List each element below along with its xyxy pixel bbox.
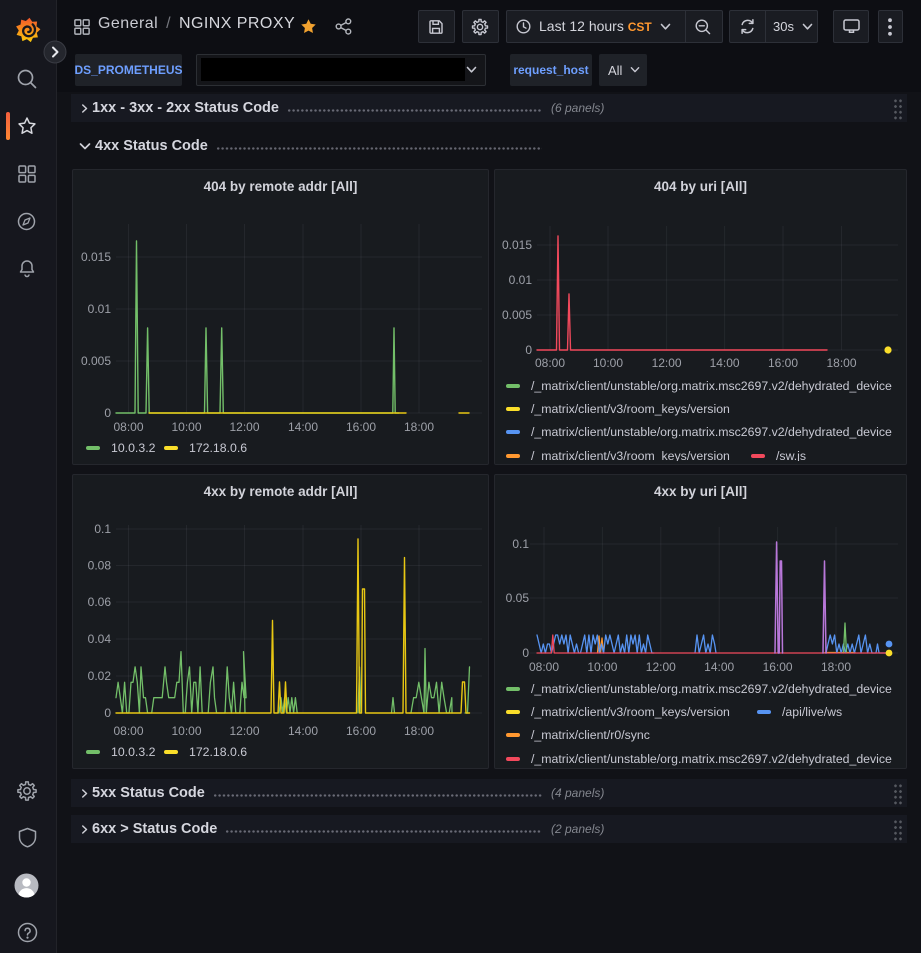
svg-text:0: 0 bbox=[525, 343, 532, 357]
svg-text:08:00: 08:00 bbox=[113, 724, 143, 738]
svg-text:12:00: 12:00 bbox=[229, 724, 259, 738]
svg-text:16:00: 16:00 bbox=[763, 660, 793, 674]
svg-text:16:00: 16:00 bbox=[768, 356, 798, 370]
svg-text:0.01: 0.01 bbox=[509, 273, 533, 287]
svg-text:16:00: 16:00 bbox=[346, 420, 376, 434]
svg-text:08:00: 08:00 bbox=[113, 420, 143, 434]
svg-text:14:00: 14:00 bbox=[710, 356, 740, 370]
svg-text:0.1: 0.1 bbox=[94, 522, 111, 536]
svg-text:0.08: 0.08 bbox=[88, 559, 112, 573]
svg-text:14:00: 14:00 bbox=[288, 420, 318, 434]
svg-text:18:00: 18:00 bbox=[821, 660, 851, 674]
svg-text:18:00: 18:00 bbox=[826, 356, 856, 370]
svg-text:0.04: 0.04 bbox=[88, 632, 112, 646]
svg-text:10:00: 10:00 bbox=[171, 724, 201, 738]
svg-text:0: 0 bbox=[522, 646, 529, 660]
svg-text:0.015: 0.015 bbox=[502, 238, 532, 252]
svg-text:08:00: 08:00 bbox=[535, 356, 565, 370]
svg-text:0.02: 0.02 bbox=[88, 669, 112, 683]
svg-text:16:00: 16:00 bbox=[346, 724, 376, 738]
svg-text:0.05: 0.05 bbox=[506, 591, 530, 605]
svg-text:0.015: 0.015 bbox=[81, 250, 111, 264]
svg-text:0.1: 0.1 bbox=[512, 537, 529, 551]
svg-text:0: 0 bbox=[104, 406, 111, 420]
svg-text:0.06: 0.06 bbox=[88, 595, 112, 609]
svg-text:0.01: 0.01 bbox=[88, 302, 112, 316]
svg-text:10:00: 10:00 bbox=[593, 356, 623, 370]
svg-text:0.005: 0.005 bbox=[81, 354, 111, 368]
svg-text:14:00: 14:00 bbox=[288, 724, 318, 738]
svg-text:12:00: 12:00 bbox=[646, 660, 676, 674]
svg-text:08:00: 08:00 bbox=[529, 660, 559, 674]
svg-text:10:00: 10:00 bbox=[587, 660, 617, 674]
svg-text:0: 0 bbox=[104, 706, 111, 720]
svg-text:10:00: 10:00 bbox=[171, 420, 201, 434]
svg-text:14:00: 14:00 bbox=[704, 660, 734, 674]
svg-text:12:00: 12:00 bbox=[229, 420, 259, 434]
svg-text:0.005: 0.005 bbox=[502, 308, 532, 322]
svg-text:12:00: 12:00 bbox=[652, 356, 682, 370]
svg-text:18:00: 18:00 bbox=[404, 420, 434, 434]
svg-text:18:00: 18:00 bbox=[404, 724, 434, 738]
